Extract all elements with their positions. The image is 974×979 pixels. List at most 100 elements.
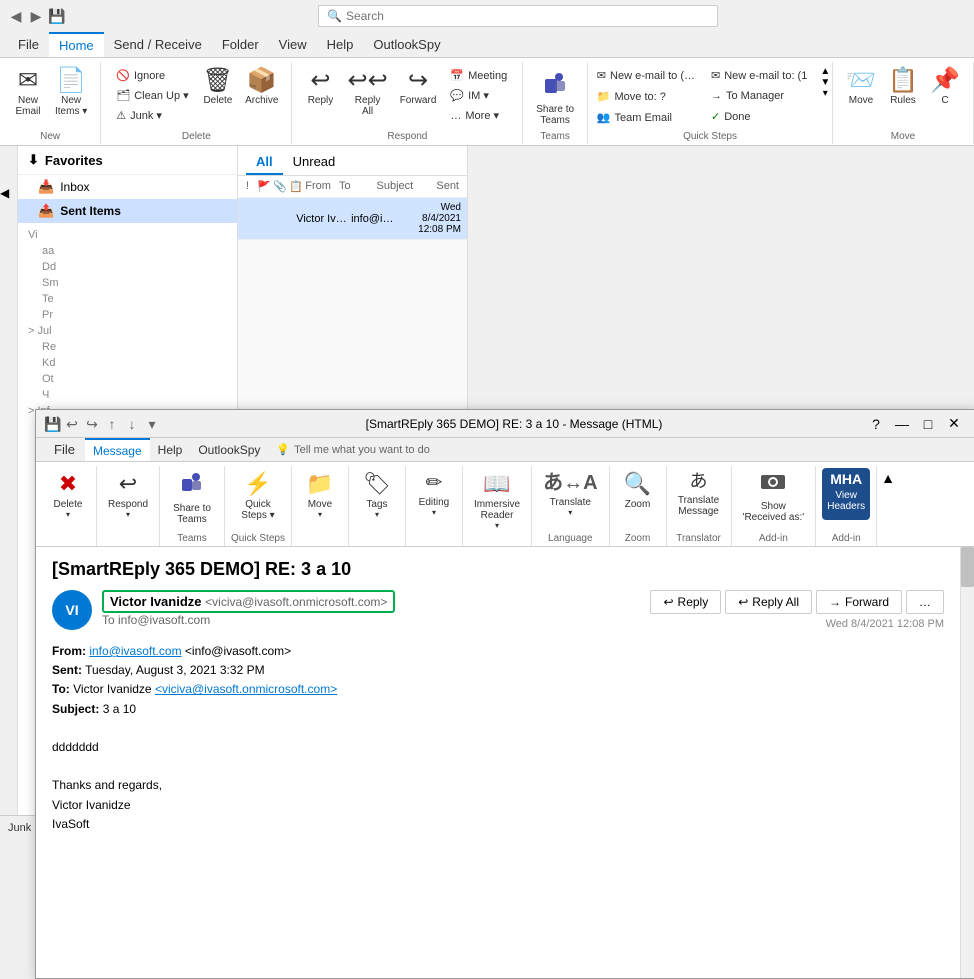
msg-menu-file[interactable]: File <box>44 438 85 461</box>
ignore-button[interactable]: 🚫 Ignore <box>109 66 195 85</box>
msg-translate-msg-button[interactable]: あ TranslateMessage <box>673 468 725 520</box>
msg-minimize-button[interactable]: — <box>890 414 914 434</box>
folder-re[interactable]: Re <box>28 339 227 355</box>
more-respond-button[interactable]: … More ▾ <box>443 106 514 125</box>
msg-redo-button[interactable]: ↪ <box>84 416 100 432</box>
folder-pr[interactable]: Pr <box>28 307 227 323</box>
archive-button[interactable]: 📦 Archive <box>240 66 283 120</box>
col-sent-header[interactable]: Sent <box>417 178 463 195</box>
sidebar-collapse-icon[interactable]: ◀ <box>0 186 9 200</box>
to-email-link[interactable]: <viciva@ivasoft.onmicrosoft.com> <box>155 682 337 696</box>
new-items-button[interactable]: 📄 NewItems ▾ <box>50 66 92 120</box>
quick-team-email-button[interactable]: 👥 Team Email <box>590 108 702 127</box>
save-button[interactable]: 💾 <box>48 8 64 24</box>
menu-file[interactable]: File <box>8 32 49 57</box>
c-btn[interactable]: 📌 C <box>925 66 965 120</box>
msg-translate-button[interactable]: あ↔A Translate ▾ <box>538 468 602 520</box>
msg-menu-message[interactable]: Message <box>85 438 150 461</box>
folder-ot[interactable]: Ot <box>28 371 227 387</box>
from-email-link[interactable]: info@ivasoft.com <box>89 644 181 658</box>
share-to-teams-button[interactable]: Share toTeams <box>531 66 579 129</box>
msg-share-teams-button[interactable]: Share toTeams <box>166 468 218 528</box>
reply-all-button[interactable]: ↩↩ ReplyAll <box>342 66 392 120</box>
folder-aa[interactable]: aa <box>28 243 227 259</box>
folder-te[interactable]: Te <box>28 291 227 307</box>
msg-view-headers-button[interactable]: MHA ViewHeaders <box>822 468 870 520</box>
tab-unread[interactable]: Unread <box>283 150 346 175</box>
menu-folder[interactable]: Folder <box>212 32 269 57</box>
quicksteps-scroll-up[interactable]: ▲ <box>820 66 830 77</box>
msg-reply-button[interactable]: ↩ Reply <box>650 590 721 614</box>
msg-help-button[interactable]: ? <box>864 414 888 434</box>
forward-button[interactable]: ▶ <box>28 8 44 24</box>
reply-button[interactable]: ↩ Reply <box>300 66 340 120</box>
delete-button[interactable]: 🗑 Delete <box>198 66 238 120</box>
rules-btn[interactable]: 📋 Rules <box>883 66 923 120</box>
quick-done-button[interactable]: ✓ Done <box>704 107 814 126</box>
quick-move-to-button[interactable]: 📁 Move to: ? <box>590 87 702 106</box>
move-btn[interactable]: 📨 Move <box>841 66 881 120</box>
msg-quicksteps-button[interactable]: ⚡ QuickSteps ▾ <box>232 468 284 524</box>
msg-delete-button[interactable]: ✖ Delete ▾ <box>46 468 90 522</box>
folder-dd[interactable]: Dd <box>28 259 227 275</box>
msg-scroll-thumb[interactable] <box>961 547 974 587</box>
quick-new-email-to-button[interactable]: ✉ New e-mail to (… <box>590 66 702 85</box>
msg-down-button[interactable]: ↓ <box>124 416 140 432</box>
col-reminder-header: 📋 <box>285 178 301 195</box>
msg-reply-all-button[interactable]: ↩ Reply All <box>725 590 812 614</box>
table-row[interactable]: Victor Ivanidze info@ivasoft.com [SmartR… <box>238 198 467 240</box>
cleanup-button[interactable]: 🗂 Clean Up ▾ <box>109 86 195 105</box>
quicksteps-expand[interactable]: ▾ <box>820 88 830 99</box>
search-input[interactable] <box>346 9 709 23</box>
folder-ch[interactable]: Ч <box>28 387 227 403</box>
ribbon-expand-arrow[interactable]: ▲ <box>881 470 895 486</box>
folder-kd[interactable]: Kd <box>28 355 227 371</box>
reply-all-icon: ↩ <box>738 595 748 609</box>
col-subject-header[interactable]: Subject <box>373 178 418 195</box>
meeting-button[interactable]: 📅 Meeting <box>443 66 514 85</box>
folder-jul[interactable]: > Jul <box>28 323 227 339</box>
msg-immersive-button[interactable]: 📖 ImmersiveReader ▾ <box>469 468 525 533</box>
ribbon-expand-btn[interactable]: ▲ <box>877 466 899 546</box>
msg-move-button[interactable]: 📁 Move ▾ <box>298 468 342 522</box>
msg-menu-outlookspy[interactable]: OutlookSpy <box>190 438 268 461</box>
msg-respond-button[interactable]: ↩ Respond ▾ <box>103 468 153 522</box>
menu-view[interactable]: View <box>269 32 317 57</box>
new-email-button[interactable]: ✉ NewEmail <box>8 66 48 120</box>
msg-maximize-button[interactable]: □ <box>916 414 940 434</box>
msg-show-received-button[interactable]: Show'Received as:' <box>738 468 810 526</box>
msg-customize-button[interactable]: ▾ <box>144 416 160 432</box>
msg-undo-button[interactable]: ↩ <box>64 416 80 432</box>
im-button[interactable]: 💬 IM ▾ <box>443 86 514 105</box>
msg-more-action-button[interactable]: … <box>906 590 944 614</box>
msg-forward-action-button[interactable]: → Forward <box>816 590 902 614</box>
msg-editing-button[interactable]: ✏ Editing ▾ <box>412 468 456 520</box>
msg-menu-help[interactable]: Help <box>150 438 191 461</box>
msg-tags-button[interactable]: 🏷 Tags ▾ <box>355 468 399 522</box>
msg-up-button[interactable]: ↑ <box>104 416 120 432</box>
folder-sm[interactable]: Sm <box>28 275 227 291</box>
ribbon-group-new-label: New <box>8 131 92 142</box>
menu-outlookspy[interactable]: OutlookSpy <box>363 32 450 57</box>
col-to-header[interactable]: To <box>335 178 373 195</box>
msg-zoom-button[interactable]: 🔍 Zoom <box>616 468 660 520</box>
quicksteps-scroll-down[interactable]: ▼ <box>820 77 830 88</box>
sidebar-item-inbox[interactable]: 📥 Inbox <box>18 175 237 199</box>
forward-button[interactable]: ↪ Forward <box>395 66 442 120</box>
quick-to-manager-button[interactable]: → To Manager <box>704 87 814 105</box>
msg-title-bar: 💾 ↩ ↪ ↑ ↓ ▾ [SmartREply 365 DEMO] RE: 3 … <box>36 410 974 438</box>
menu-help[interactable]: Help <box>317 32 364 57</box>
msg-save-button[interactable]: 💾 <box>44 416 60 432</box>
sidebar-item-sent-items[interactable]: 📤 Sent Items <box>18 199 237 223</box>
msg-scrollbar[interactable] <box>960 547 974 978</box>
tab-all[interactable]: All <box>246 150 283 175</box>
msg-close-button[interactable]: ✕ <box>942 414 966 434</box>
back-button[interactable]: ◀ <box>8 8 24 24</box>
folder-vi[interactable]: Vi <box>28 227 227 243</box>
junk-button[interactable]: ⚠ Junk ▾ <box>109 106 195 125</box>
menu-home[interactable]: Home <box>49 32 104 57</box>
menu-send-receive[interactable]: Send / Receive <box>104 32 212 57</box>
forward-action-icon: → <box>829 595 841 609</box>
col-from-header[interactable]: From <box>301 178 335 195</box>
quick-new-email-1-button[interactable]: ✉ New e-mail to: (1 <box>704 66 814 85</box>
